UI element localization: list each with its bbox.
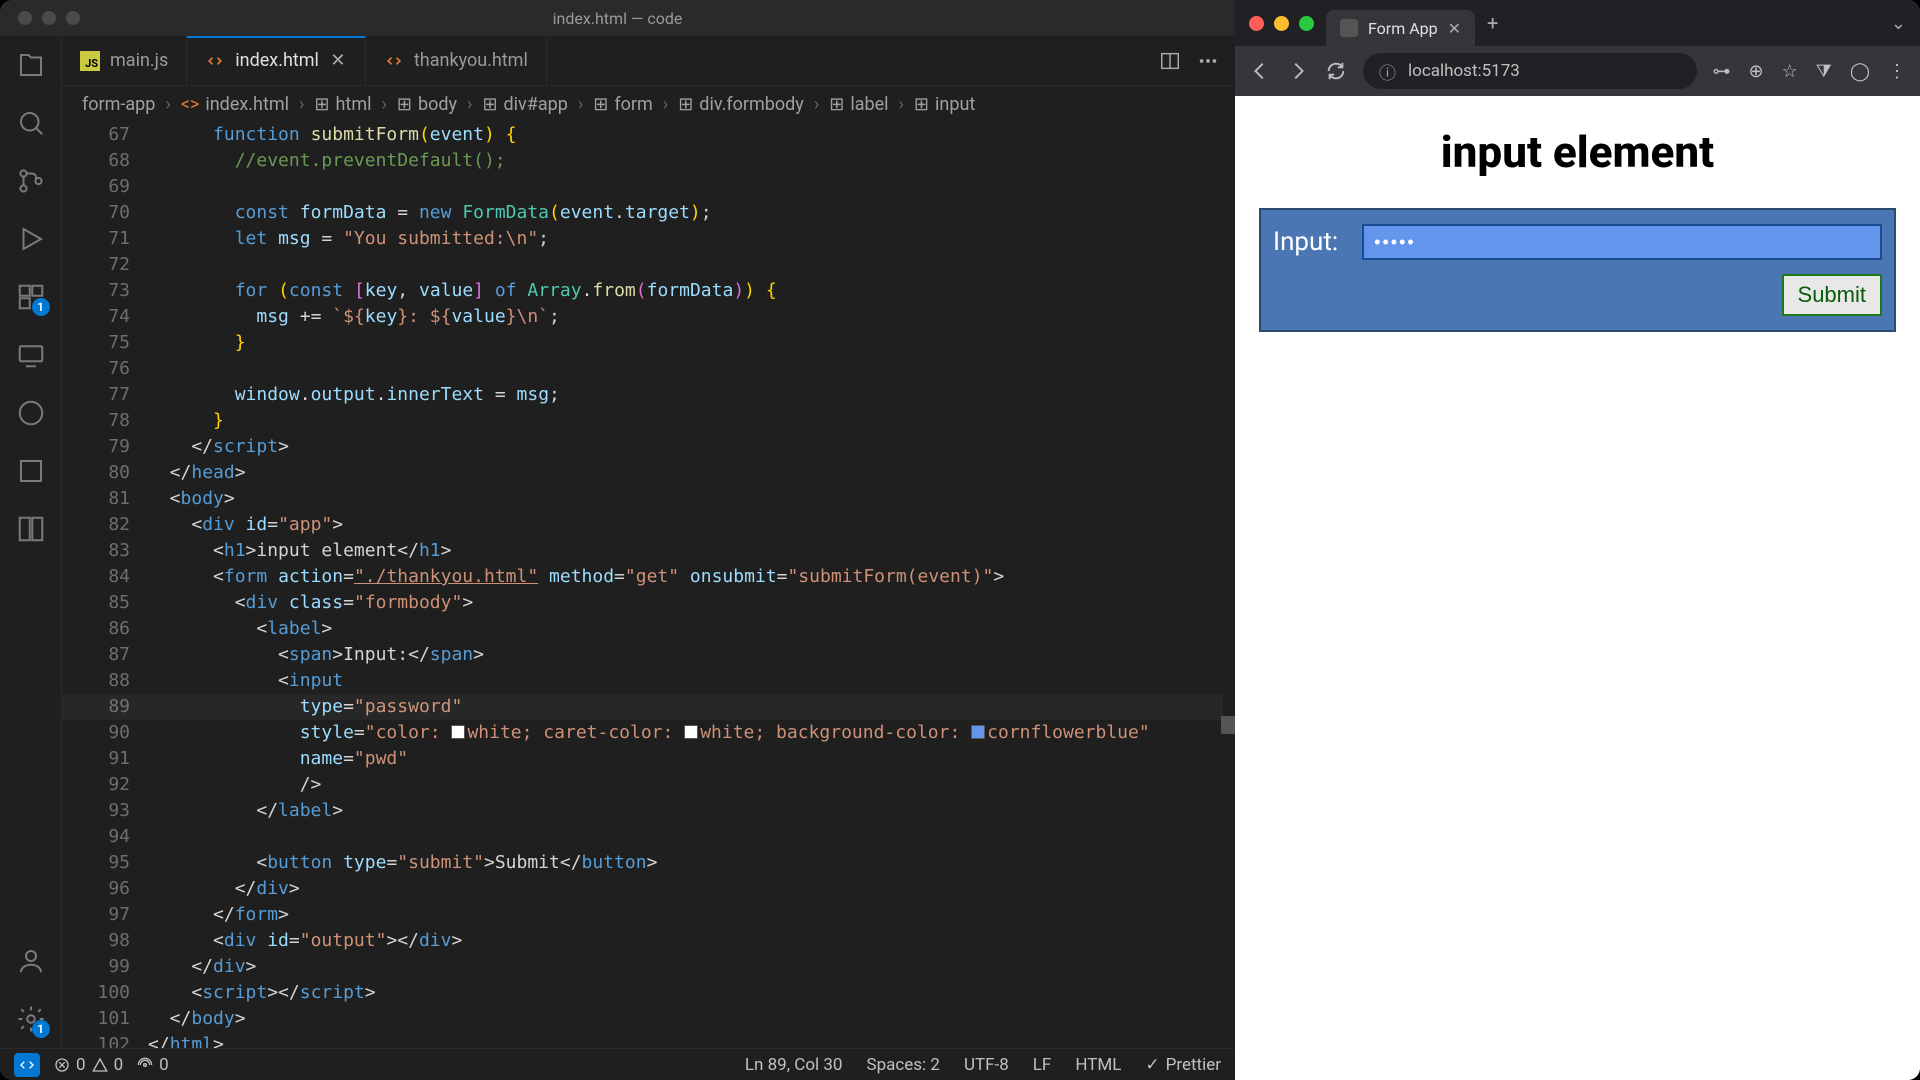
tab-label: thankyou.html	[414, 50, 528, 71]
traffic-light-close[interactable]	[1249, 16, 1264, 31]
submit-button[interactable]: Submit	[1782, 274, 1882, 316]
rendered-page: input element Input: Submit	[1235, 96, 1920, 1080]
breadcrumb-item: ⊞div.formbody	[678, 94, 804, 115]
breadcrumb-item: ⊞body	[397, 94, 457, 115]
code-lines[interactable]: function submitForm(event) { //event.pre…	[148, 122, 1235, 1048]
browser-tab[interactable]: Form App ✕	[1326, 10, 1475, 46]
browser-tab-title: Form App	[1368, 19, 1438, 38]
menu-icon[interactable]: ⋮	[1888, 61, 1906, 82]
tab-thankyou-html[interactable]: thankyou.html	[366, 36, 547, 85]
activity-misc-2-icon[interactable]	[16, 456, 46, 486]
extensions-icon[interactable]: 1	[16, 282, 46, 312]
traffic-light-min[interactable]	[42, 11, 56, 25]
forward-button[interactable]	[1287, 60, 1309, 82]
address-text: localhost:5173	[1408, 61, 1520, 81]
tab-label: main.js	[110, 50, 168, 71]
breadcrumb-item: <>index.html	[181, 94, 289, 115]
profile-avatar-icon[interactable]: ◯	[1850, 61, 1870, 82]
breadcrumbs[interactable]: form-app› <>index.html› ⊞html› ⊞body› ⊞d…	[62, 86, 1235, 122]
breadcrumb-item: ⊞input	[914, 94, 975, 115]
browser-window: Form App ✕ + ⌄ ⓘ localhost:5173 ⊶ ⊕ ☆ ⧩ …	[1235, 0, 1920, 1080]
tab-index-html[interactable]: index.html ✕	[187, 36, 366, 85]
zoom-icon[interactable]: ⊕	[1749, 61, 1764, 82]
settings-badge: 1	[32, 1020, 50, 1038]
settings-gear-icon[interactable]: 1	[16, 1004, 46, 1034]
close-icon[interactable]: ✕	[1448, 19, 1461, 38]
problems-indicator[interactable]: 0 0	[54, 1055, 123, 1075]
input-label: Input:	[1273, 227, 1338, 257]
vscode-title: index.html — code	[553, 9, 683, 28]
more-icon[interactable]	[1197, 50, 1219, 72]
js-file-icon: JS	[80, 51, 100, 71]
vscode-window: index.html — code 1 1 JS	[0, 0, 1235, 1080]
explorer-icon[interactable]	[16, 50, 46, 80]
activity-bar: 1 1	[0, 36, 62, 1048]
extensions-badge: 1	[32, 298, 50, 316]
site-info-icon[interactable]: ⓘ	[1379, 59, 1396, 84]
breadcrumb-item: ⊞div#app	[482, 94, 567, 115]
formatter-indicator[interactable]: ✓ Prettier	[1145, 1055, 1221, 1075]
tab-main-js[interactable]: JS main.js	[62, 36, 187, 85]
indent-indicator[interactable]: Spaces: 2	[866, 1055, 939, 1075]
cursor-position[interactable]: Ln 89, Col 30	[745, 1055, 843, 1075]
code-editor[interactable]: 6768697071727374757677787980818283848586…	[62, 122, 1235, 1048]
run-debug-icon[interactable]	[16, 224, 46, 254]
scrollbar-thumb[interactable]	[1221, 716, 1235, 734]
line-gutter: 6768697071727374757677787980818283848586…	[62, 122, 148, 1048]
html-file-icon	[384, 51, 404, 71]
breadcrumb-item: ⊞form	[593, 94, 653, 115]
activity-misc-1-icon[interactable]	[16, 398, 46, 428]
favicon	[1340, 19, 1358, 37]
ports-indicator[interactable]: 0	[137, 1055, 169, 1075]
search-icon[interactable]	[16, 108, 46, 138]
reload-button[interactable]	[1325, 60, 1347, 82]
new-tab-button[interactable]: +	[1487, 11, 1498, 35]
close-icon[interactable]: ✕	[329, 52, 347, 70]
breadcrumb-item: form-app	[82, 94, 155, 115]
status-bar: 0 0 0 Ln 89, Col 30 Spaces: 2 UTF-8 LF H…	[0, 1048, 1235, 1080]
vscode-titlebar: index.html — code	[0, 0, 1235, 36]
traffic-light-max[interactable]	[1299, 16, 1314, 31]
traffic-light-max[interactable]	[66, 11, 80, 25]
address-bar[interactable]: ⓘ localhost:5173	[1363, 53, 1697, 89]
encoding-indicator[interactable]: UTF-8	[964, 1055, 1009, 1075]
activity-misc-3-icon[interactable]	[16, 514, 46, 544]
breadcrumb-item: ⊞label	[829, 94, 888, 115]
page-heading: input element	[1259, 126, 1896, 178]
chevron-down-icon[interactable]: ⌄	[1891, 13, 1906, 34]
breadcrumb-item: ⊞html	[314, 94, 371, 115]
traffic-light-close[interactable]	[18, 11, 32, 25]
tab-label: index.html	[235, 50, 319, 71]
eol-indicator[interactable]: LF	[1033, 1055, 1052, 1075]
account-icon[interactable]	[16, 946, 46, 976]
extensions-puzzle-icon[interactable]: ⧩	[1816, 61, 1832, 82]
language-indicator[interactable]: HTML	[1075, 1055, 1121, 1075]
password-key-icon[interactable]: ⊶	[1713, 61, 1731, 82]
browser-toolbar: ⓘ localhost:5173 ⊶ ⊕ ☆ ⧩ ◯ ⋮	[1235, 46, 1920, 96]
form-body: Input: Submit	[1259, 208, 1896, 332]
source-control-icon[interactable]	[16, 166, 46, 196]
split-editor-icon[interactable]	[1159, 50, 1181, 72]
back-button[interactable]	[1249, 60, 1271, 82]
bookmark-star-icon[interactable]: ☆	[1782, 61, 1798, 82]
remote-icon[interactable]	[16, 340, 46, 370]
traffic-light-min[interactable]	[1274, 16, 1289, 31]
browser-tabbar: Form App ✕ + ⌄	[1235, 0, 1920, 46]
password-input[interactable]	[1362, 224, 1882, 260]
editor-tabs: JS main.js index.html ✕ thankyou.html	[62, 36, 1235, 86]
html-file-icon	[205, 51, 225, 71]
remote-indicator[interactable]	[14, 1053, 40, 1077]
